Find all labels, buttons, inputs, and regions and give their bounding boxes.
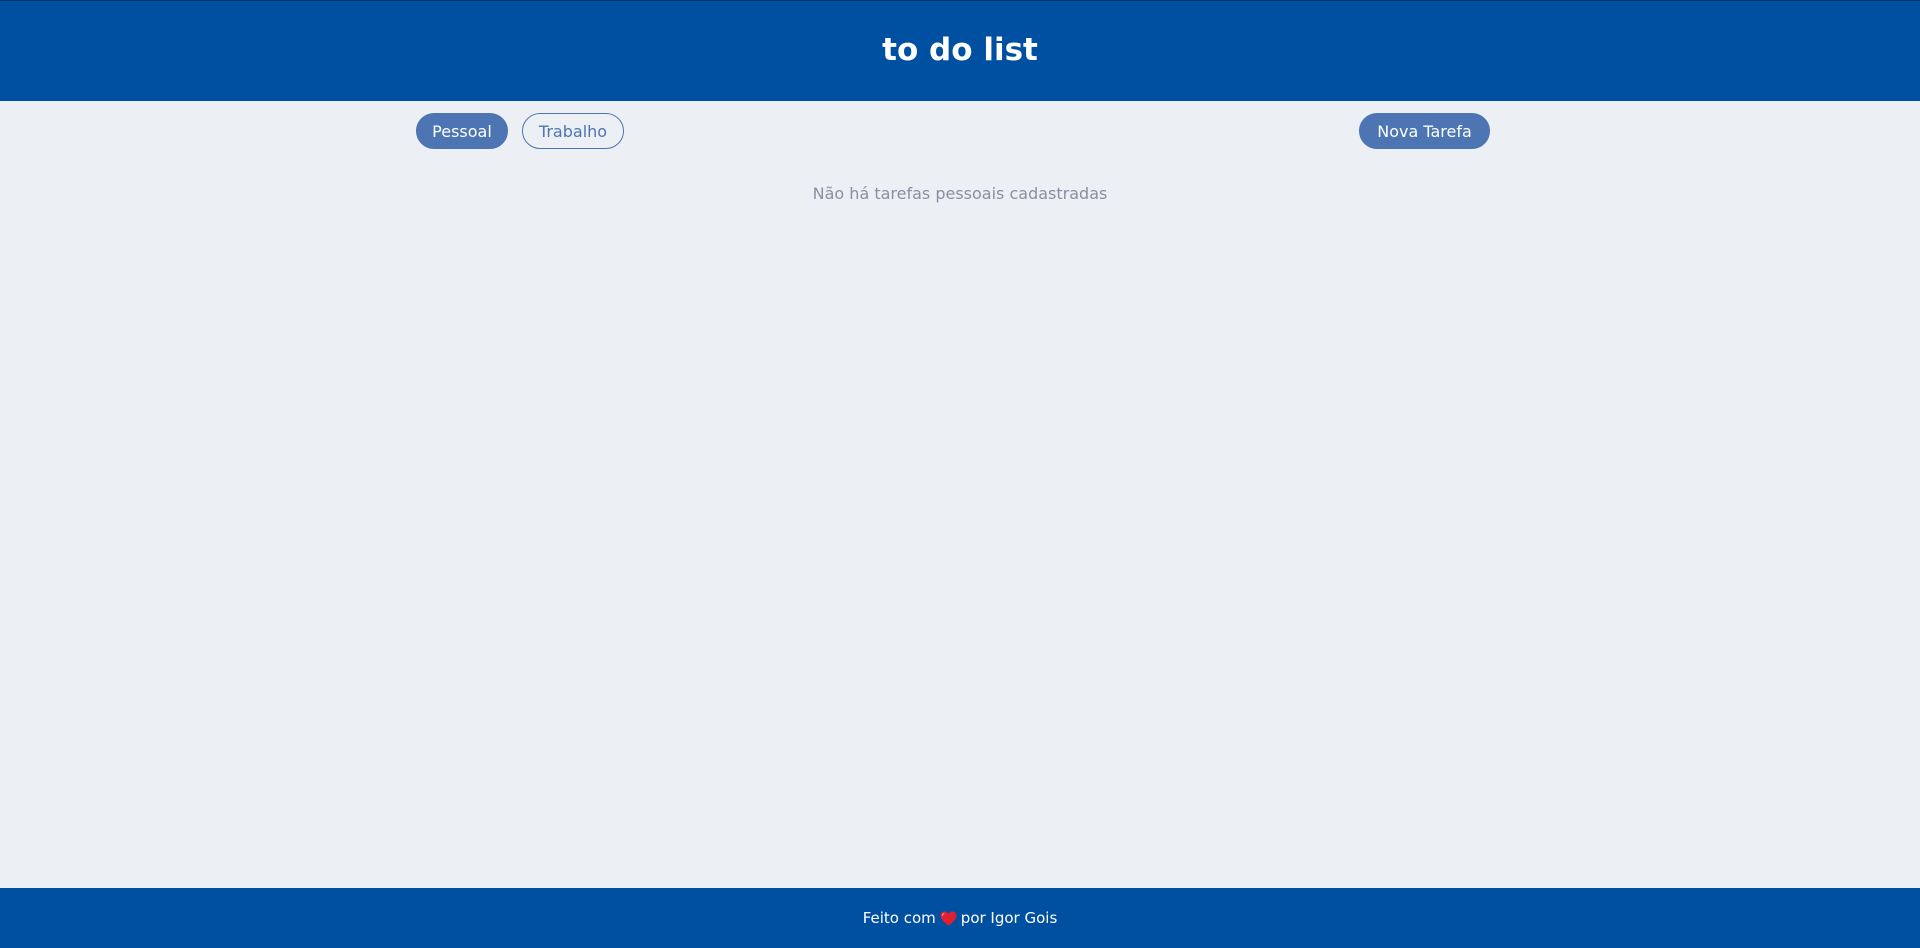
app-title: to do list bbox=[882, 32, 1038, 68]
app-root: to do list Pessoal Trabalho Nova Tarefa … bbox=[0, 0, 1920, 948]
app-header: to do list bbox=[0, 0, 1920, 101]
new-task-button[interactable]: Nova Tarefa bbox=[1359, 113, 1490, 149]
footer-text-after: por Igor Gois bbox=[960, 909, 1058, 927]
tab-trabalho[interactable]: Trabalho bbox=[522, 113, 624, 149]
footer-text-before: Feito com bbox=[862, 909, 936, 927]
toolbar: Pessoal Trabalho Nova Tarefa bbox=[416, 113, 1490, 151]
empty-state-message: Não há tarefas pessoais cadastradas bbox=[812, 184, 1108, 203]
app-footer: Feito com por Igor Gois bbox=[0, 888, 1920, 948]
heart-icon bbox=[940, 911, 957, 926]
tab-pessoal[interactable]: Pessoal bbox=[416, 113, 508, 149]
